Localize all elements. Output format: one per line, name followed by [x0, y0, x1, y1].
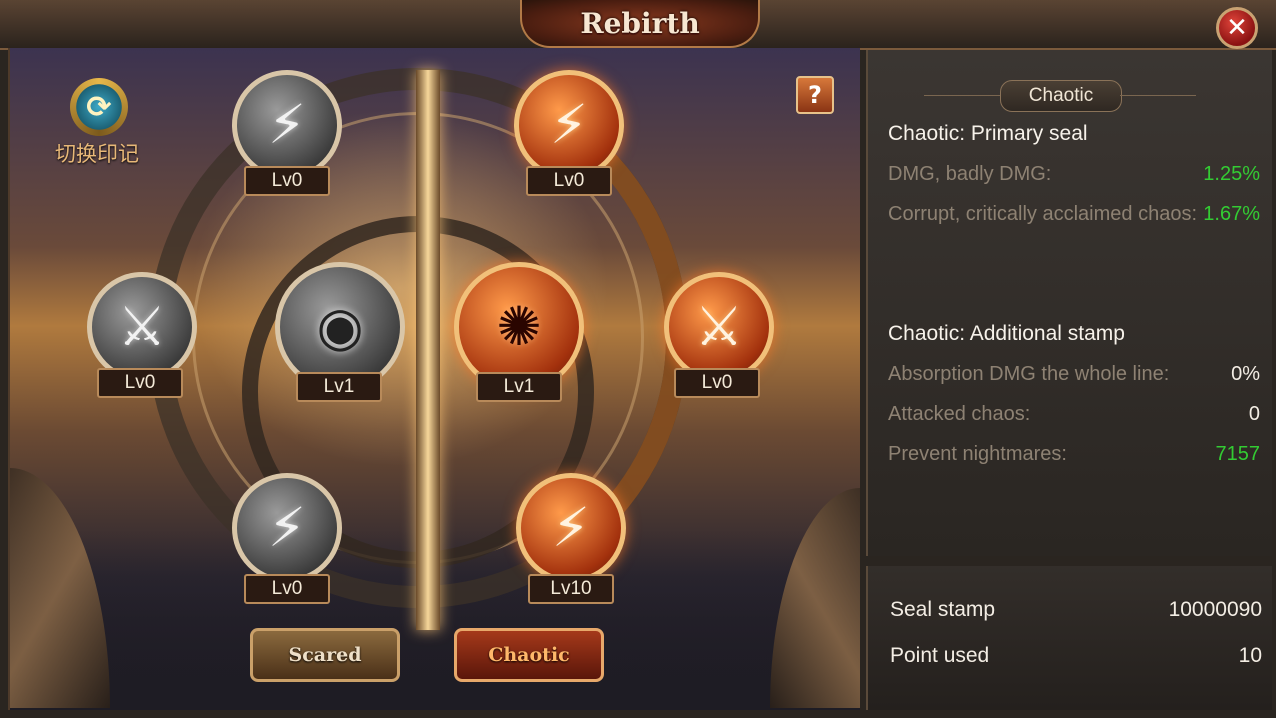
header-ornament-left — [924, 95, 1000, 96]
sacred-left-node[interactable]: ⚔ — [87, 272, 197, 382]
seal-stamp-value: 10000090 — [1168, 598, 1262, 621]
wheel-divider — [416, 70, 440, 630]
stat-value: 7157 — [1215, 443, 1261, 465]
lightning-blade-icon: ⚡ — [268, 496, 306, 559]
rebirth-window: Rebirth ✕ ⟳ 切换印记 ? ⚡ Lv0 ⚔ Lv0 ◉ Lv1 ⚡ L… — [0, 0, 1276, 718]
header-ornament-right — [1120, 95, 1196, 96]
question-icon: ? — [808, 81, 822, 109]
chaotic-right-node[interactable]: ⚔ — [664, 272, 774, 382]
right-horn-ornament — [770, 488, 860, 708]
point-used-value: 10 — [1238, 644, 1262, 667]
left-horn-ornament — [10, 468, 110, 708]
chaotic-bottom-level: Lv10 — [528, 574, 614, 604]
chaotic-top-node[interactable]: ⚡ — [514, 70, 624, 180]
tab-scared[interactable]: Scared — [250, 628, 400, 682]
lightning-blade-icon: ⚡ — [552, 496, 590, 559]
arrow-burst-icon: ⚡ — [550, 93, 588, 156]
seal-wheel-panel: ⟳ 切换印记 ? ⚡ Lv0 ⚔ Lv0 ◉ Lv1 ⚡ Lv0 ⚡ Lv0 ✺ — [8, 48, 860, 710]
point-used-label: Point used — [890, 644, 990, 667]
stat-value: 0% — [1231, 363, 1260, 385]
chaotic-right-level: Lv0 — [674, 368, 760, 398]
sacred-top-level: Lv0 — [244, 166, 330, 196]
sacred-bottom-node[interactable]: ⚡ — [232, 473, 342, 583]
sacred-left-level: Lv0 — [97, 368, 183, 398]
chaotic-center-level: Lv1 — [476, 372, 562, 402]
primary-seal-title: Chaotic: Primary seal — [888, 122, 1088, 145]
chaotic-bottom-node[interactable]: ⚡ — [516, 473, 626, 583]
sacred-center-level: Lv1 — [296, 372, 382, 402]
arrow-burst-icon: ⚡ — [268, 93, 306, 156]
chaos-emblem-icon: ✺ — [496, 295, 542, 358]
stat-label: Attacked chaos: — [888, 403, 1031, 425]
tab-chaotic[interactable]: Chaotic — [454, 628, 604, 682]
window-title: Rebirth — [580, 6, 700, 40]
sacred-top-node[interactable]: ⚡ — [232, 70, 342, 180]
close-icon: ✕ — [1226, 13, 1248, 43]
points-panel: Seal stamp 10000090 Point used 10 — [866, 566, 1272, 710]
crossed-swords-icon: ⚔ — [117, 295, 167, 358]
additional-stamp-title: Chaotic: Additional stamp — [888, 322, 1125, 345]
help-button[interactable]: ? — [796, 76, 834, 114]
stat-value: 0 — [1248, 403, 1260, 425]
stats-panel: Chaotic Chaotic: Primary seal DMG, badly… — [866, 50, 1272, 556]
crossed-swords-icon: ⚔ — [694, 295, 744, 358]
stat-value: 1.67% — [1203, 203, 1260, 225]
close-button[interactable]: ✕ — [1216, 7, 1258, 49]
seal-stamp-label: Seal stamp — [890, 598, 996, 621]
title-bar: Rebirth ✕ — [0, 0, 1276, 50]
stat-label: Prevent nightmares: — [888, 443, 1067, 465]
title-plate: Rebirth — [520, 0, 760, 48]
switch-mark-button[interactable]: ⟳ — [70, 78, 128, 136]
swap-arrows-icon: ⟳ — [86, 89, 112, 125]
chaotic-top-level: Lv0 — [526, 166, 612, 196]
stat-label: DMG, badly DMG: — [888, 163, 1052, 185]
eye-emblem-icon: ◉ — [316, 295, 364, 358]
switch-mark-label[interactable]: 切换印记 — [42, 138, 152, 168]
stat-value: 1.25% — [1203, 163, 1260, 185]
stat-label: Absorption DMG the whole line: — [888, 363, 1170, 385]
stats-header: Chaotic — [1000, 80, 1122, 112]
sacred-bottom-level: Lv0 — [244, 574, 330, 604]
stat-label: Corrupt, critically acclaimed chaos: — [888, 203, 1197, 225]
